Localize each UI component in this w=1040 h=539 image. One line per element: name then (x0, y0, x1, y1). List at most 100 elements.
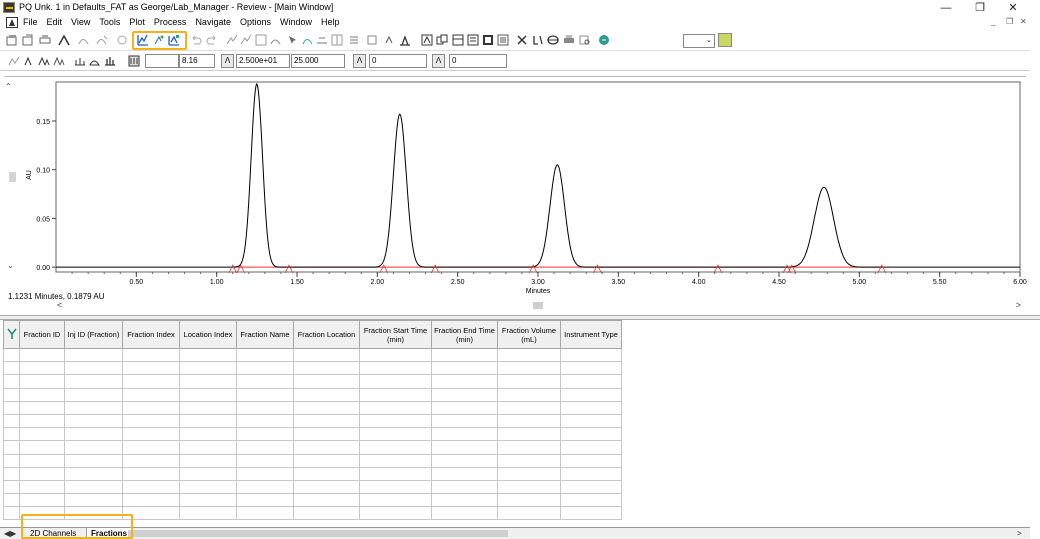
horizontal-scrollbar[interactable]: < > (53, 300, 1021, 311)
table-cell[interactable] (431, 466, 498, 481)
table-cell[interactable] (431, 506, 498, 521)
table-cell[interactable] (179, 479, 237, 495)
table-cell[interactable] (179, 427, 237, 442)
table-cell[interactable] (3, 427, 20, 442)
table-cell[interactable] (122, 361, 180, 376)
table-cell[interactable] (560, 506, 622, 521)
table-cell[interactable] (497, 479, 561, 495)
table-cell[interactable] (293, 400, 360, 415)
table-cell[interactable] (497, 400, 561, 415)
column-header[interactable]: Fraction Index (122, 320, 180, 349)
table-cell[interactable] (359, 427, 432, 442)
column-header[interactable]: Fraction End Time (min) (431, 320, 498, 349)
table-cell[interactable] (236, 466, 294, 481)
tab-scroll-right-icon[interactable]: > (1017, 529, 1022, 538)
table-cell[interactable] (293, 374, 360, 389)
table-cell[interactable] (560, 440, 622, 455)
table-cell[interactable] (359, 347, 432, 363)
table-cell[interactable] (431, 400, 498, 415)
table-cell[interactable] (19, 413, 65, 429)
table-cell[interactable] (64, 466, 123, 481)
table-cell[interactable] (19, 427, 65, 442)
table-cell[interactable] (3, 453, 20, 468)
table-cell[interactable] (122, 387, 180, 402)
table-row[interactable] (3, 440, 622, 455)
table-cell[interactable] (122, 347, 180, 363)
table-cell[interactable] (431, 453, 498, 468)
table-cell[interactable] (19, 440, 65, 455)
table-cell[interactable] (431, 427, 498, 442)
table-row[interactable] (3, 479, 622, 495)
table-cell[interactable] (64, 493, 123, 508)
table-cell[interactable] (64, 479, 123, 495)
table-row[interactable] (3, 400, 622, 415)
table-cell[interactable] (19, 479, 65, 495)
scroll-left-icon[interactable]: < (57, 300, 62, 310)
table-cell[interactable] (560, 413, 622, 429)
table-cell[interactable] (64, 347, 123, 363)
table-cell[interactable] (19, 374, 65, 389)
table-cell[interactable] (359, 361, 432, 376)
table-cell[interactable] (64, 453, 123, 468)
table-cell[interactable] (560, 427, 622, 442)
column-header[interactable]: Fraction ID (19, 320, 65, 349)
table-cell[interactable] (431, 387, 498, 402)
table-cell[interactable] (122, 374, 180, 389)
table-cell[interactable] (431, 413, 498, 429)
table-cell[interactable] (236, 427, 294, 442)
table-cell[interactable] (122, 493, 180, 508)
table-cell[interactable] (3, 374, 20, 389)
table-row[interactable] (3, 413, 622, 429)
table-cell[interactable] (431, 440, 498, 455)
table-cell[interactable] (3, 361, 20, 376)
table-cell[interactable] (122, 466, 180, 481)
column-header[interactable]: Inj ID (Fraction) (64, 320, 123, 349)
table-cell[interactable] (236, 374, 294, 389)
table-cell[interactable] (236, 453, 294, 468)
table-cell[interactable] (3, 440, 20, 455)
table-cell[interactable] (64, 361, 123, 376)
table-cell[interactable] (560, 400, 622, 415)
table-cell[interactable] (497, 347, 561, 363)
table-cell[interactable] (359, 506, 432, 521)
table-cell[interactable] (179, 466, 237, 481)
table-cell[interactable] (179, 440, 237, 455)
column-header[interactable]: Fraction Location (293, 320, 360, 349)
table-cell[interactable] (359, 479, 432, 495)
table-cell[interactable] (19, 387, 65, 402)
table-cell[interactable] (359, 387, 432, 402)
table-cell[interactable] (560, 493, 622, 508)
table-cell[interactable] (497, 387, 561, 402)
table-cell[interactable] (560, 466, 622, 481)
table-cell[interactable] (293, 466, 360, 481)
table-cell[interactable] (19, 400, 65, 415)
column-header[interactable]: Fraction Volume (mL) (497, 320, 561, 349)
table-cell[interactable] (236, 400, 294, 415)
table-cell[interactable] (236, 361, 294, 376)
table-cell[interactable] (19, 493, 65, 508)
table-row[interactable] (3, 493, 622, 508)
table-cell[interactable] (64, 427, 123, 442)
table-cell[interactable] (179, 400, 237, 415)
table-row[interactable] (3, 427, 622, 442)
table-corner[interactable] (3, 320, 20, 349)
table-cell[interactable] (560, 361, 622, 376)
scroll-right-icon[interactable]: > (1016, 300, 1021, 310)
table-cell[interactable] (560, 374, 622, 389)
table-cell[interactable] (179, 453, 237, 468)
chromatogram-chart[interactable]: 0.00 0.05 0.10 0.15 AU 0.50 1.00 1.50 2.00 2.50 3.… (0, 0, 1040, 300)
table-row[interactable] (3, 387, 622, 402)
table-cell[interactable] (236, 440, 294, 455)
table-cell[interactable] (236, 493, 294, 508)
table-cell[interactable] (19, 361, 65, 376)
table-cell[interactable] (3, 493, 20, 508)
table-cell[interactable] (179, 493, 237, 508)
table-cell[interactable] (122, 427, 180, 442)
column-header[interactable]: Fraction Name (236, 320, 294, 349)
table-cell[interactable] (497, 427, 561, 442)
table-row[interactable] (3, 361, 622, 376)
table-cell[interactable] (359, 493, 432, 508)
table-cell[interactable] (293, 347, 360, 363)
table-cell[interactable] (431, 479, 498, 495)
table-cell[interactable] (497, 493, 561, 508)
